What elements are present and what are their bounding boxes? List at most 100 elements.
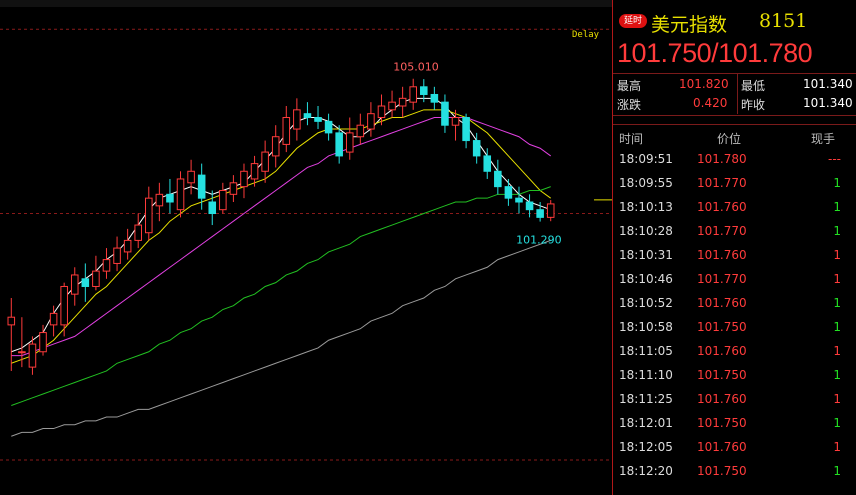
candle-body: [102, 259, 111, 272]
ma120-line: [11, 239, 551, 437]
delay-label: Delay: [572, 30, 600, 40]
tick-row[interactable]: 18:12:01 101.750 1: [613, 412, 856, 436]
candle-body: [250, 163, 259, 180]
tick-row[interactable]: 18:11:05 101.760 1: [613, 340, 856, 364]
candle-body: [324, 120, 333, 134]
candle-body: [388, 101, 396, 111]
candle-body: [240, 170, 248, 188]
tick-volume: 1: [833, 368, 841, 382]
candle-body: [49, 312, 58, 326]
tick-volume: ---: [828, 152, 841, 166]
prev-close-value: 101.340: [803, 96, 853, 110]
tick-row[interactable]: 18:12:05 101.760 1: [613, 436, 856, 460]
tick-price: 101.750: [697, 416, 747, 430]
tick-time: 18:10:31: [619, 248, 673, 262]
col-header-time: 时间: [619, 132, 644, 146]
tick-row[interactable]: 18:09:55 101.770 1: [613, 172, 856, 196]
tick-price: 101.760: [697, 392, 747, 406]
tick-price: 101.780: [697, 152, 747, 166]
tick-volume: 1: [833, 416, 841, 430]
tick-row[interactable]: 18:10:28 101.770 1: [613, 220, 856, 244]
candle-body: [145, 197, 153, 234]
candle-body: [536, 209, 544, 218]
tick-volume: 1: [833, 464, 841, 478]
candle-body: [430, 93, 439, 103]
col-header-price: 价位: [717, 132, 742, 146]
tick-time: 18:09:55: [619, 176, 673, 190]
candle-body: [314, 117, 322, 122]
candle-body: [187, 170, 195, 184]
tick-volume: 1: [833, 272, 841, 286]
tick-price: 101.760: [697, 200, 747, 214]
tick-row[interactable]: 18:10:52 101.760 1: [613, 292, 856, 316]
ma60-line: [11, 186, 551, 406]
tick-price: 101.760: [697, 248, 747, 262]
candle-body: [208, 201, 217, 215]
ma20-line: [11, 117, 552, 357]
high-label: 最高: [617, 79, 642, 93]
candle-body: [166, 193, 174, 203]
candlestick-chart[interactable]: 105.010 101.290: [0, 0, 612, 495]
candle-body: [81, 278, 90, 287]
tick-time: 18:09:51: [619, 152, 673, 166]
candle-body: [483, 155, 492, 172]
candle-body: [261, 151, 269, 172]
divider: [737, 74, 738, 114]
tick-price: 101.750: [697, 320, 747, 334]
candle-body: [271, 136, 280, 157]
tick-row[interactable]: 18:09:51 101.780 ---: [613, 148, 856, 172]
candle-body: [345, 132, 354, 153]
divider: [613, 124, 856, 125]
tick-row[interactable]: 18:12:20 101.750 1: [613, 460, 856, 484]
tick-price: 101.760: [697, 296, 747, 310]
candle-body: [504, 186, 513, 199]
candle-body: [197, 174, 206, 199]
prev-close-label: 昨收: [741, 98, 766, 112]
low-annotation: 101.290: [516, 234, 562, 247]
tick-volume: 1: [833, 320, 841, 334]
candle-body: [420, 86, 428, 95]
candle-body: [377, 105, 386, 119]
tick-volume: 1: [833, 248, 841, 262]
tick-price: 101.750: [697, 368, 747, 382]
candle-body: [176, 178, 185, 211]
candle-body: [282, 117, 291, 145]
candle-body: [356, 124, 365, 138]
tick-price: 101.770: [697, 272, 747, 286]
tick-price: 101.760: [697, 344, 747, 358]
divider: [613, 73, 856, 74]
candle-body: [92, 270, 100, 287]
candle-body: [28, 343, 37, 368]
change-label: 涨跌: [617, 98, 642, 112]
candle-body: [462, 117, 470, 142]
tick-time: 18:12:05: [619, 440, 673, 454]
tick-price: 101.770: [697, 176, 747, 190]
change-value: 0.420: [693, 96, 728, 110]
tick-volume: 1: [833, 392, 841, 406]
candle-body: [335, 132, 343, 157]
tick-time: 18:10:46: [619, 272, 673, 286]
tick-row[interactable]: 18:11:25 101.760 1: [613, 388, 856, 412]
tick-row[interactable]: 18:10:46 101.770 1: [613, 268, 856, 292]
instrument-code: 8151: [759, 10, 808, 32]
tick-row[interactable]: 18:11:10 101.750 1: [613, 364, 856, 388]
tick-volume: 1: [833, 344, 841, 358]
divider: [613, 115, 856, 116]
candle-body: [7, 316, 16, 326]
instrument-header: 延时 美元指数 8151: [613, 8, 856, 38]
candle-body: [515, 197, 523, 203]
candle-body: [39, 332, 47, 353]
tick-row[interactable]: 18:10:31 101.760 1: [613, 244, 856, 268]
high-annotation: 105.010: [393, 61, 439, 74]
tick-time: 18:12:20: [619, 464, 673, 478]
bid-ask-price: 101.750/101.780: [617, 38, 813, 68]
delay-badge: 延时: [619, 14, 647, 28]
candle-body: [367, 113, 375, 130]
tick-row[interactable]: 18:10:13 101.760 1: [613, 196, 856, 220]
tick-row[interactable]: 18:10:58 101.750 1: [613, 316, 856, 340]
candle-body: [155, 193, 164, 207]
tick-time: 18:11:05: [619, 344, 673, 358]
candle-body: [70, 274, 79, 295]
tick-price: 101.760: [697, 440, 747, 454]
tick-volume: 1: [833, 224, 841, 238]
